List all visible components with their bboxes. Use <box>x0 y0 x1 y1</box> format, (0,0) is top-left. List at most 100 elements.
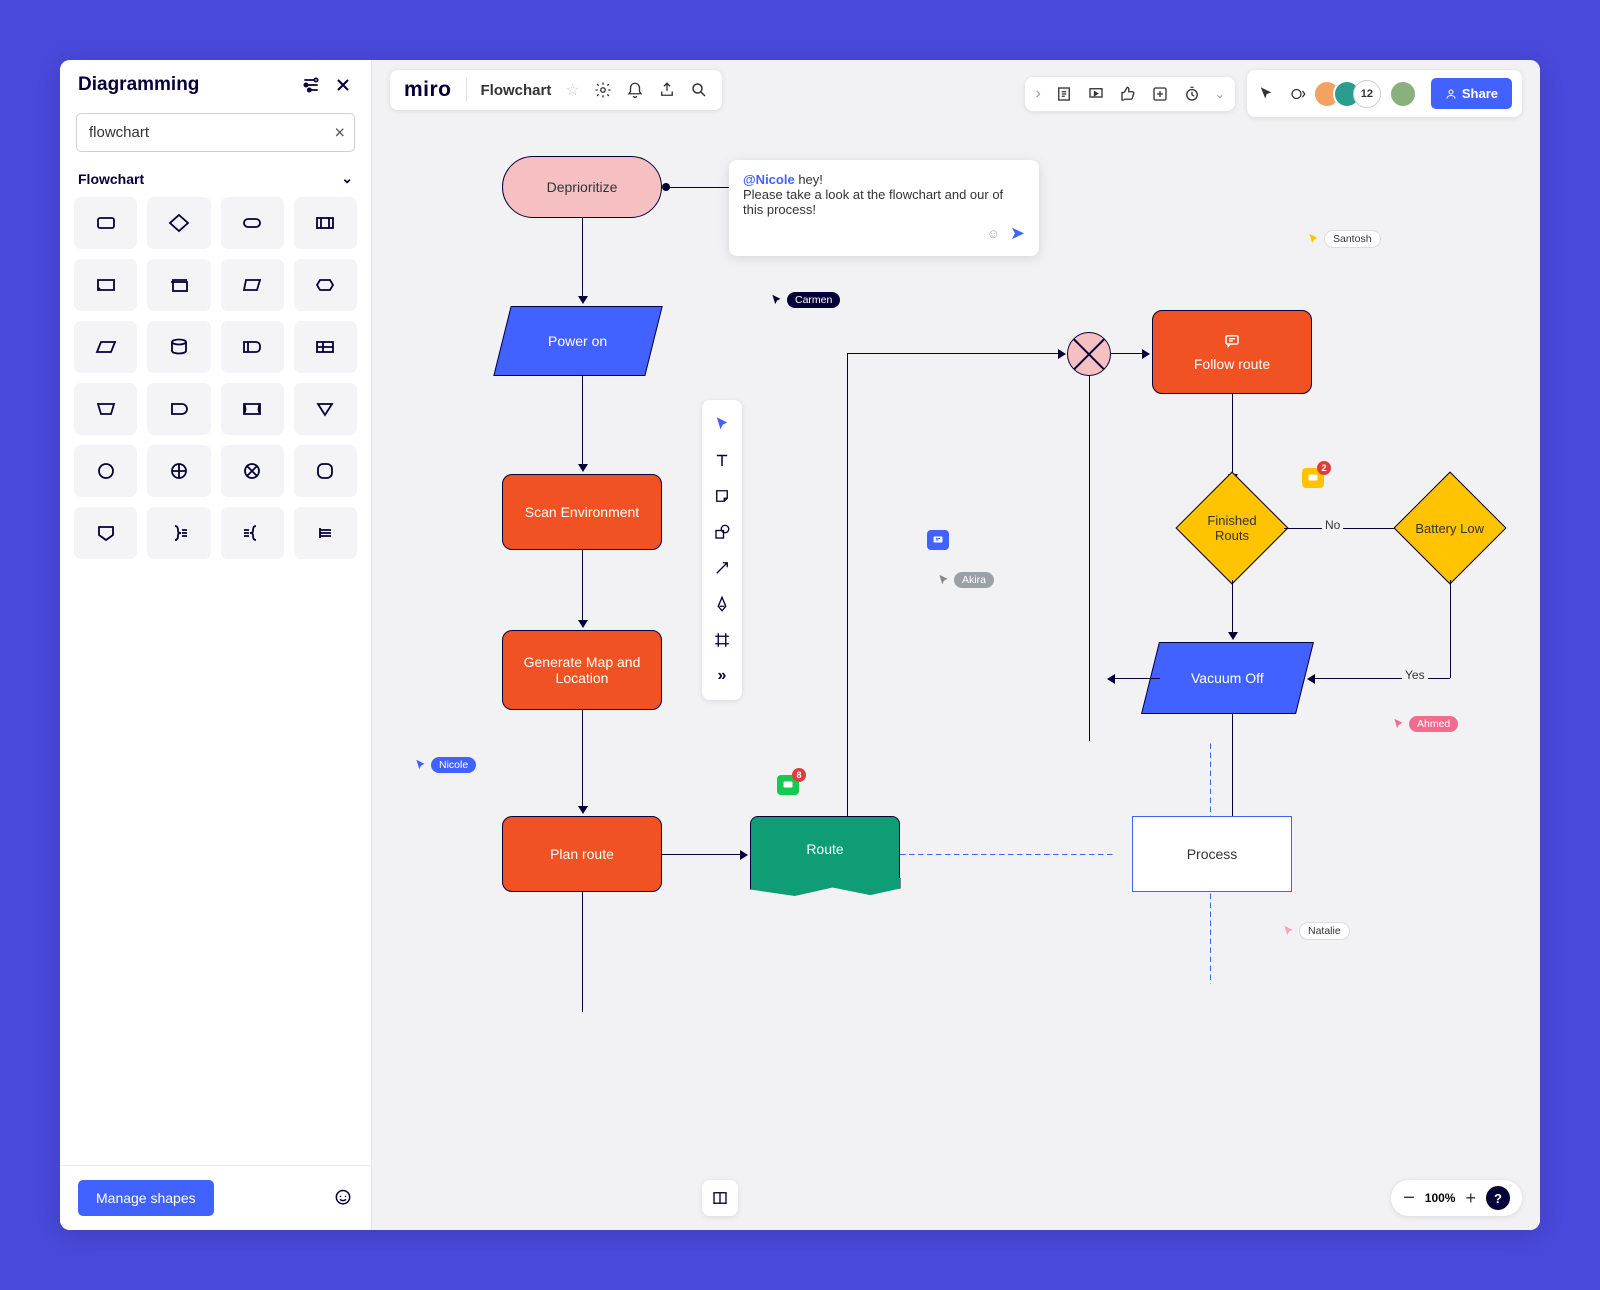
emoji-icon[interactable]: ☺ <box>987 226 1000 241</box>
shape-d[interactable] <box>147 383 210 435</box>
node-summing[interactable] <box>1067 332 1111 376</box>
tool-more[interactable]: » <box>706 660 738 692</box>
shape-shield[interactable] <box>74 507 137 559</box>
category-label: Flowchart <box>78 171 144 187</box>
avatar <box>1389 80 1417 108</box>
zoom-level: 100% <box>1425 1191 1456 1205</box>
node-finished-routes[interactable]: Finished Routs <box>1175 471 1288 584</box>
star-icon[interactable]: ☆ <box>565 80 579 100</box>
sidebar-header: Diagramming <box>60 60 371 108</box>
clear-search-icon[interactable]: × <box>334 122 345 143</box>
shape-table[interactable] <box>294 321 357 373</box>
search-input[interactable] <box>76 113 355 152</box>
cursor-icon[interactable] <box>1257 85 1275 103</box>
edge-label-yes: Yes <box>1402 668 1428 682</box>
comment-bubble-orange[interactable]: 2 <box>1302 468 1324 488</box>
cursor-santosh: Santosh <box>1307 230 1381 248</box>
zoom-in-button[interactable]: + <box>1465 1188 1476 1209</box>
shape-trap-down[interactable] <box>74 383 137 435</box>
present-icon[interactable] <box>1087 85 1105 103</box>
avatar-count: 12 <box>1353 80 1381 108</box>
shape-rounded-square[interactable] <box>294 445 357 497</box>
cursor-ahmed: Ahmed <box>1392 716 1458 732</box>
send-icon[interactable]: ➤ <box>1010 223 1025 244</box>
note-icon[interactable] <box>1055 85 1073 103</box>
shape-concave[interactable] <box>221 383 284 435</box>
shape-cylinder[interactable] <box>147 321 210 373</box>
shape-rectangle[interactable] <box>74 197 137 249</box>
comment-card[interactable]: @Nicole hey! Please take a look at the f… <box>729 160 1039 256</box>
close-icon[interactable] <box>333 75 353 95</box>
follow-icon[interactable] <box>1289 85 1307 103</box>
chevron-down-icon: ⌄ <box>341 170 353 187</box>
thumbsup-icon[interactable] <box>1119 85 1137 103</box>
shape-diamond[interactable] <box>147 197 210 249</box>
node-process[interactable]: Process <box>1132 816 1292 892</box>
app-icon[interactable] <box>1151 85 1169 103</box>
more-chevrons-icon[interactable]: ⌄ <box>1215 87 1225 101</box>
node-battery-low[interactable]: Battery Low <box>1393 471 1506 584</box>
help-button[interactable]: ? <box>1486 1186 1510 1210</box>
chevron-right-icon[interactable]: › <box>1035 85 1040 103</box>
shape-predefined[interactable] <box>294 197 357 249</box>
node-deprioritize[interactable]: Deprioritize <box>502 156 662 218</box>
tool-sticky[interactable] <box>706 480 738 512</box>
shape-trapezoid[interactable] <box>221 259 284 311</box>
gear-icon[interactable] <box>594 81 612 99</box>
avatars[interactable]: 12 <box>1321 80 1417 108</box>
cursor-akira: Akira <box>937 572 994 588</box>
cursor-nicole: Nicole <box>414 757 476 773</box>
search-wrap: × <box>76 113 355 152</box>
shape-card[interactable] <box>74 259 137 311</box>
canvas[interactable]: miro Flowchart ☆ › ⌄ <box>372 60 1540 1230</box>
category-header[interactable]: Flowchart ⌄ <box>60 164 371 197</box>
shape-grid <box>60 197 371 559</box>
edge-label-no: No <box>1322 518 1343 532</box>
shape-list-indent[interactable] <box>294 507 357 559</box>
export-icon[interactable] <box>658 81 676 99</box>
topbar-right: › ⌄ 12 Share <box>1025 70 1522 117</box>
sidebar-footer: Manage shapes <box>60 1165 371 1230</box>
shape-circle[interactable] <box>74 445 137 497</box>
shape-hexagon[interactable] <box>294 259 357 311</box>
node-power-on[interactable]: Power on <box>493 306 662 376</box>
shape-parallelogram[interactable] <box>74 321 137 373</box>
search-icon[interactable] <box>690 81 708 99</box>
node-route[interactable]: Route <box>750 816 900 882</box>
zoom-out-button[interactable]: − <box>1403 1187 1415 1210</box>
feedback-icon[interactable] <box>333 1188 353 1208</box>
collab-group: 12 Share <box>1247 70 1522 117</box>
bell-icon[interactable] <box>626 81 644 99</box>
comment-bubble-green[interactable]: 8 <box>777 775 799 795</box>
cursor-natalie: Natalie <box>1282 922 1350 940</box>
manage-shapes-button[interactable]: Manage shapes <box>78 1180 214 1216</box>
comment-bubble-blue[interactable] <box>927 530 949 550</box>
shape-brace-left-lines[interactable] <box>221 507 284 559</box>
comment-icon <box>1222 332 1242 350</box>
topbar: miro Flowchart ☆ <box>390 70 722 110</box>
shape-circle-plus[interactable] <box>147 445 210 497</box>
shape-pill[interactable] <box>221 197 284 249</box>
node-vacuum-off[interactable]: Vacuum Off <box>1141 642 1314 714</box>
timer-icon[interactable] <box>1183 85 1201 103</box>
tool-frame[interactable] <box>706 624 738 656</box>
tool-text[interactable] <box>706 444 738 476</box>
shape-brace-right[interactable] <box>147 507 210 559</box>
node-generate-map[interactable]: Generate Map and Location <box>502 630 662 710</box>
board-name[interactable]: Flowchart <box>481 82 552 99</box>
tool-arrow[interactable] <box>706 552 738 584</box>
tool-select[interactable] <box>706 408 738 440</box>
shape-triangle-down[interactable] <box>294 383 357 435</box>
share-button[interactable]: Share <box>1431 78 1512 109</box>
shape-circle-x[interactable] <box>221 445 284 497</box>
tool-pen[interactable] <box>706 588 738 620</box>
tool-shapes[interactable] <box>706 516 738 548</box>
shape-halfpill[interactable] <box>221 321 284 373</box>
settings-sliders-icon[interactable] <box>301 75 321 95</box>
node-scan[interactable]: Scan Environment <box>502 474 662 550</box>
node-follow-route[interactable]: Follow route <box>1152 310 1312 394</box>
frames-panel-icon[interactable] <box>702 1180 738 1216</box>
reactions-group: › ⌄ <box>1025 77 1234 111</box>
node-plan-route[interactable]: Plan route <box>502 816 662 892</box>
shape-stack[interactable] <box>147 259 210 311</box>
